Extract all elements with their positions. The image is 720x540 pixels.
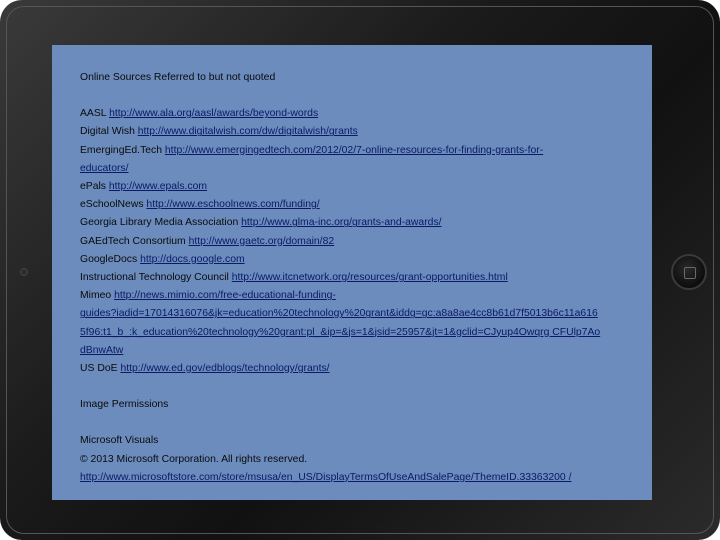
source-link[interactable]: http://www.itcnetwork.org/resources/gran… [232,272,508,283]
permissions-heading: Image Permissions [80,399,169,411]
home-button[interactable] [671,254,707,290]
source-name: US DoE [80,363,118,375]
source-name: Georgia Library Media Association [80,217,239,229]
source-link[interactable]: http://www.eschoolnews.com/funding/ [146,199,319,210]
source-name: GAEdTech Consortium [80,235,186,247]
source-name: GoogleDocs [80,253,138,265]
source-name: Instructional Technology Council [80,272,229,284]
source-item: Georgia Library Media Association http:/… [80,214,640,232]
source-item: Instructional Technology Council http://… [80,269,640,287]
tablet-frame: Online Sources Referred to but not quote… [0,0,720,540]
source-name: Digital Wish [80,126,135,138]
source-item: EmergingEd.Tech http://www.emergingedtec… [80,142,640,160]
source-link[interactable]: dBnwAtw [80,345,123,356]
source-name: eSchoolNews [80,199,144,211]
source-link[interactable]: 5f96:t1_b_:k_education%20technology%20gr… [80,327,600,338]
source-name: AASL [80,108,107,120]
source-item: GoogleDocs http://docs.google.com [80,251,640,269]
slide-content: Online Sources Referred to but not quote… [80,69,640,487]
source-link-continued: 5f96:t1_b_:k_education%20technology%20gr… [80,324,640,342]
source-link[interactable]: http://www.emergingedtech.com/2012/02/7-… [165,145,543,156]
source-item: AASL http://www.ala.org/aasl/awards/beyo… [80,105,640,123]
source-item: US DoE http://www.ed.gov/edblogs/technol… [80,360,640,378]
sources-heading: Online Sources Referred to but not quote… [80,72,276,83]
visuals-title: Microsoft Visuals [80,435,159,447]
copyright-notice: © 2013 Microsoft Corporation. All rights… [80,453,308,465]
source-link[interactable]: http://www.ala.org/aasl/awards/beyond-wo… [109,108,318,119]
source-item: Digital Wish http://www.digitalwish.com/… [80,123,640,141]
source-item: ePals http://www.epals.com [80,178,640,196]
source-item: Mimeo http://news.mimio.com/free-educati… [80,287,640,305]
source-name: ePals [80,181,106,193]
source-link[interactable]: http://www.epals.com [109,181,207,192]
source-item: GAEdTech Consortium http://www.gaetc.org… [80,233,640,251]
source-link-continued: dBnwAtw [80,342,640,360]
source-link[interactable]: http://www.ed.gov/edblogs/technology/gra… [120,363,329,374]
terms-line: http://www.microsoftstore.com/store/msus… [80,469,640,487]
source-link[interactable]: http://www.digitalwish.com/dw/digitalwis… [138,126,358,137]
source-link[interactable]: educators/ [80,163,129,174]
camera-icon [20,268,28,276]
source-link[interactable]: http://news.mimio.com/free-educational-f… [114,290,336,301]
tablet-screen: Online Sources Referred to but not quote… [52,45,652,500]
source-name: Mimeo [80,290,112,302]
source-link[interactable]: http://www.glma-inc.org/grants-and-award… [241,217,441,228]
source-link[interactable]: http://docs.google.com [140,254,245,265]
source-link[interactable]: guides?iadid=17014316076&jk=education%20… [80,308,598,319]
terms-link[interactable]: http://www.microsoftstore.com/store/msus… [80,472,571,483]
source-name: EmergingEd.Tech [80,144,163,156]
source-link-continued: guides?iadid=17014316076&jk=education%20… [80,305,640,323]
source-link-continued: educators/ [80,160,640,178]
source-item: eSchoolNews http://www.eschoolnews.com/f… [80,196,640,214]
source-link[interactable]: http://www.gaetc.org/domain/82 [189,236,335,247]
